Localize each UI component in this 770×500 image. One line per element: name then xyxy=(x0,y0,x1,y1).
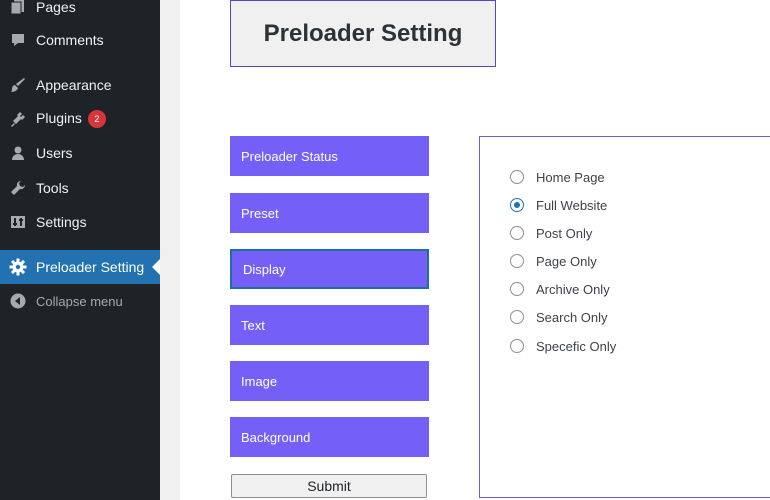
pages-icon xyxy=(9,0,27,16)
collapse-menu-button[interactable]: Collapse menu xyxy=(0,284,160,318)
plugins-icon xyxy=(9,110,27,128)
sidebar-item-appearance[interactable]: Appearance xyxy=(0,68,160,102)
active-indicator-arrow xyxy=(152,259,160,275)
radio-button[interactable] xyxy=(510,170,524,184)
sidebar-item-pages[interactable]: Pages xyxy=(0,0,160,24)
sidebar-item-label: Comments xyxy=(36,32,104,48)
radio-label: Search Only xyxy=(536,309,608,325)
radio-button[interactable] xyxy=(510,198,524,212)
sidebar-item-users[interactable]: Users xyxy=(0,136,160,170)
radio-button[interactable] xyxy=(510,282,524,296)
plugins-label-text: Plugins xyxy=(36,109,82,126)
comments-icon xyxy=(9,31,27,49)
gear-icon xyxy=(9,258,27,276)
radio-button[interactable] xyxy=(510,226,524,240)
radio-option-post-only[interactable]: Post Only xyxy=(510,223,592,243)
sidebar-item-label: Preloader Setting xyxy=(36,259,145,275)
content-gutter xyxy=(160,0,180,500)
radio-label: Full Website xyxy=(536,197,608,213)
collapse-icon xyxy=(9,292,27,310)
admin-sidebar: Pages Comments Appearance Plugins 2 Users… xyxy=(0,0,160,500)
users-icon xyxy=(9,144,27,162)
radio-button[interactable] xyxy=(510,310,524,324)
radio-option-page-only[interactable]: Page Only xyxy=(510,251,597,271)
sidebar-item-label: Appearance xyxy=(36,77,112,93)
sidebar-item-settings[interactable]: Settings xyxy=(0,205,160,239)
radio-button[interactable] xyxy=(510,339,524,353)
radio-label: Page Only xyxy=(536,253,597,269)
tab-text[interactable]: Text xyxy=(230,305,429,345)
sidebar-item-label: Collapse menu xyxy=(36,293,123,309)
radio-option-home-page[interactable]: Home Page xyxy=(510,167,605,187)
radio-label: Specefic Only xyxy=(536,338,617,354)
sidebar-item-preloader-setting[interactable]: Preloader Setting xyxy=(0,250,160,284)
radio-label: Home Page xyxy=(536,169,605,185)
page-title: Preloader Setting xyxy=(230,0,496,67)
radio-button[interactable] xyxy=(510,254,524,268)
tab-display[interactable]: Display xyxy=(230,249,429,289)
sidebar-item-label: Plugins 2 xyxy=(36,109,106,129)
settings-icon xyxy=(9,213,27,231)
sidebar-item-label: Tools xyxy=(36,180,69,196)
update-count-badge: 2 xyxy=(87,110,106,129)
radio-option-search-only[interactable]: Search Only xyxy=(510,307,608,327)
radio-label: Archive Only xyxy=(536,281,610,297)
tools-icon xyxy=(9,179,27,197)
radio-label: Post Only xyxy=(536,225,593,241)
tab-preloader-status[interactable]: Preloader Status xyxy=(230,136,429,176)
tab-preset[interactable]: Preset xyxy=(230,193,429,233)
sidebar-item-label: Users xyxy=(36,145,73,161)
submit-button[interactable]: Submit xyxy=(231,474,427,498)
sidebar-item-label: Settings xyxy=(36,214,87,230)
sidebar-item-comments[interactable]: Comments xyxy=(0,23,160,57)
sidebar-item-label: Pages xyxy=(36,0,76,15)
radio-option-archive-only[interactable]: Archive Only xyxy=(510,279,610,299)
sidebar-item-plugins[interactable]: Plugins 2 xyxy=(0,102,160,136)
sidebar-item-tools[interactable]: Tools xyxy=(0,171,160,205)
tab-image[interactable]: Image xyxy=(230,361,429,401)
appearance-icon xyxy=(9,76,27,94)
display-options-panel: Home Page Full Website Post Only Page On… xyxy=(479,136,770,498)
radio-option-specefic-only[interactable]: Specefic Only xyxy=(510,336,616,356)
radio-option-full-website[interactable]: Full Website xyxy=(510,195,607,215)
tab-background[interactable]: Background xyxy=(230,417,429,457)
